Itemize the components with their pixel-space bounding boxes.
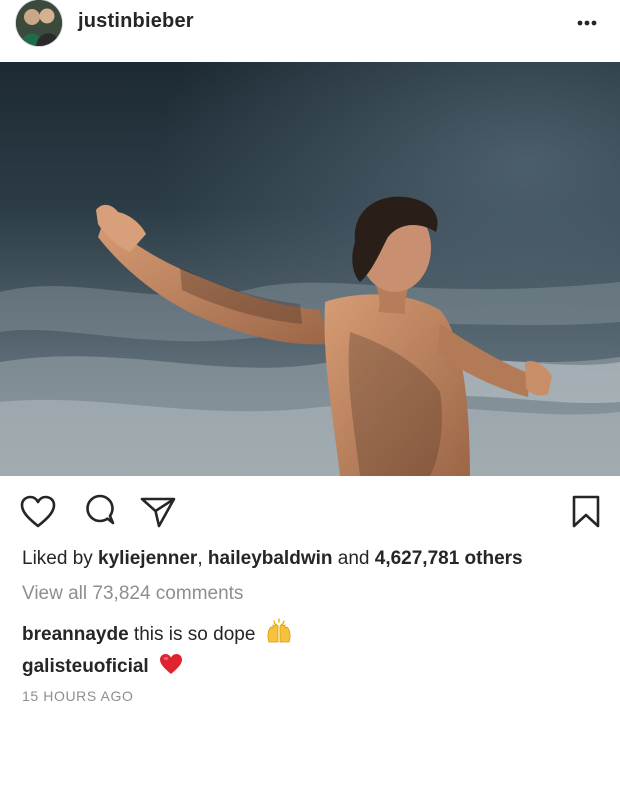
avatar[interactable] bbox=[16, 0, 62, 46]
comment-username[interactable]: breannayde bbox=[22, 624, 129, 645]
comment-text: this is so dope bbox=[128, 624, 256, 645]
post-username[interactable]: justinbieber bbox=[78, 10, 194, 33]
post-photo bbox=[0, 62, 620, 476]
avatar-image bbox=[16, 0, 62, 46]
action-bar bbox=[0, 492, 620, 536]
post-image[interactable] bbox=[0, 62, 620, 476]
liked-separator: , bbox=[197, 548, 208, 569]
liked-user-link[interactable]: haileybaldwin bbox=[208, 548, 333, 569]
comment-username[interactable]: galisteuoficial bbox=[22, 656, 149, 677]
comment-icon[interactable] bbox=[80, 492, 120, 532]
comment-item: breannayde this is so dope bbox=[22, 618, 293, 650]
more-options-icon[interactable] bbox=[572, 8, 602, 38]
heart-icon[interactable] bbox=[18, 492, 58, 532]
liked-prefix: Liked by bbox=[22, 548, 99, 569]
share-icon[interactable] bbox=[138, 492, 178, 532]
post-timestamp: 15 HOURS AGO bbox=[22, 688, 134, 704]
raising-hands-emoji-icon bbox=[265, 618, 293, 650]
liked-and: and bbox=[332, 548, 375, 569]
red-heart-emoji-icon bbox=[158, 652, 184, 682]
comment-item: galisteuoficial bbox=[22, 652, 184, 682]
likes-summary[interactable]: Liked by kyliejenner, haileybaldwin and … bbox=[22, 548, 523, 570]
liked-user-link[interactable]: kyliejenner bbox=[98, 548, 197, 569]
liked-count[interactable]: 4,627,781 others bbox=[375, 548, 523, 569]
post-header: justinbieber bbox=[0, 0, 620, 62]
view-all-comments-link[interactable]: View all 73,824 comments bbox=[22, 583, 243, 605]
bookmark-icon[interactable] bbox=[566, 492, 606, 532]
